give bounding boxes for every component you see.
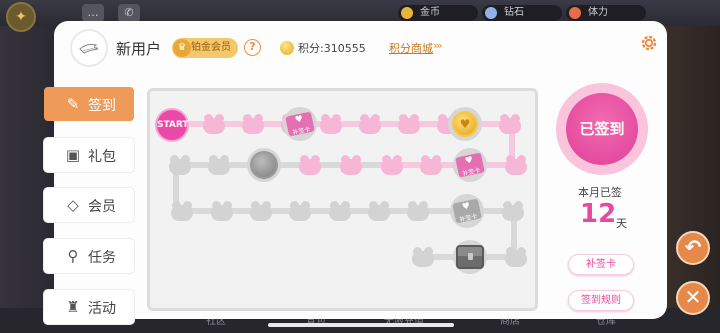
close-button[interactable]: ✕ <box>676 281 710 315</box>
menu-item-gift[interactable]: ▣ 礼包 <box>44 138 134 172</box>
gear-icon[interactable] <box>638 32 660 54</box>
unchecked-day-bear-icon <box>407 201 429 221</box>
chat-icon[interactable]: … <box>82 4 104 22</box>
menu-item-label: 签到 <box>88 98 116 114</box>
menu-item-sign-in[interactable]: ✎ 签到 <box>44 87 134 121</box>
vip-label: 铂金会员 <box>191 42 231 53</box>
menu-item-member[interactable]: ◇ 会员 <box>44 188 134 222</box>
unchecked-day-bear-icon <box>171 201 193 221</box>
unchecked-day-bear-icon <box>289 201 311 221</box>
brush-icon: ✎ <box>66 95 80 113</box>
resource-label: 金币 <box>420 7 440 18</box>
menu-item-activity[interactable]: ♜ 活动 <box>44 290 134 324</box>
resource-label: 钻石 <box>504 7 524 18</box>
points-value: 积分:310555 <box>298 42 366 55</box>
makeup-card-button[interactable]: 补签卡 <box>568 254 634 275</box>
avatar[interactable] <box>70 29 108 67</box>
signed-days-count: 12 <box>580 199 617 229</box>
bird-sketch-icon <box>79 44 99 54</box>
menu-item-tasks[interactable]: ⚲ 任务 <box>44 239 134 273</box>
unchecked-day-bear-icon <box>211 201 233 221</box>
resource-stamina: 体力 <box>566 5 646 21</box>
points-shop-link[interactable]: 积分商城 <box>389 40 433 56</box>
help-icon[interactable]: ? <box>244 39 261 56</box>
checked-day-bear-icon <box>299 155 321 175</box>
makeup-card-icon: ♥ 补签卡 <box>452 198 482 224</box>
home-indicator <box>268 323 454 327</box>
makeup-card-icon: ♥ 补签卡 <box>285 111 315 137</box>
close-icon: ✕ <box>684 285 702 309</box>
panel-header: 新用户 ♛ 铂金会员 ? 积分:310555 积分商城 ››› <box>70 27 657 67</box>
makeup-card-icon: ♥ 补签卡 <box>455 152 485 178</box>
checked-day-bear-icon <box>320 114 342 134</box>
days-unit: 天 <box>616 217 627 230</box>
gift-icon: ▣ <box>65 146 81 164</box>
unchecked-day-bear-icon <box>505 247 527 267</box>
resource-label: 体力 <box>588 7 608 18</box>
unchecked-day-bear-icon <box>250 201 272 221</box>
checked-day-bear-icon <box>505 155 527 175</box>
checked-day-bear-icon <box>203 114 225 134</box>
month-signed-label: 本月已签 <box>578 186 622 199</box>
checked-day-bear-icon <box>499 114 521 134</box>
activity-icon: ♜ <box>66 298 80 316</box>
coin-reward-icon: ♥ <box>452 111 478 137</box>
points-coin-icon <box>280 41 294 55</box>
checked-day-bear-icon <box>340 155 362 175</box>
coin-icon <box>401 7 413 19</box>
unchecked-day-bear-icon <box>412 247 434 267</box>
checked-day-bear-icon <box>398 114 420 134</box>
unchecked-day-bear-icon <box>329 201 351 221</box>
back-arrow-icon: ↶ <box>684 235 702 259</box>
treasure-chest-icon <box>456 245 484 269</box>
checked-day-bear-icon <box>381 155 403 175</box>
menu-item-label: 礼包 <box>88 149 116 165</box>
signed-button[interactable]: 已签到 <box>566 93 638 165</box>
player-badge-icon[interactable]: ✦ <box>6 2 36 32</box>
phone-icon[interactable]: ✆ <box>118 4 140 22</box>
checked-day-bear-icon <box>359 114 381 134</box>
menu-item-label: 任务 <box>88 250 116 266</box>
location-pin-icon: ⚲ <box>67 247 79 265</box>
unchecked-day-bear-icon <box>169 155 191 175</box>
diamond-icon: ◇ <box>67 196 79 214</box>
menu-item-label: 活动 <box>88 301 116 317</box>
checked-day-bear-icon <box>420 155 442 175</box>
crown-icon: ♛ <box>173 39 191 57</box>
back-button[interactable]: ↶ <box>676 231 710 265</box>
username: 新用户 <box>116 40 162 58</box>
sign-rules-button[interactable]: 签到规则 <box>568 290 634 311</box>
menu-item-label: 会员 <box>88 199 116 215</box>
resource-gold: 金币 <box>398 5 478 21</box>
unchecked-day-bear-icon <box>368 201 390 221</box>
coin-reward-locked-icon <box>250 151 278 179</box>
unchecked-day-bear-icon <box>208 155 230 175</box>
resource-diamond: 钻石 <box>482 5 562 21</box>
vip-badge[interactable]: ♛ 铂金会员 <box>172 38 238 58</box>
chevron-right-icon[interactable]: ››› <box>433 39 443 52</box>
start-marker: START <box>155 108 189 142</box>
game-background-left <box>0 26 54 333</box>
unchecked-day-bear-icon <box>502 201 524 221</box>
diamond-icon <box>485 7 497 19</box>
checked-day-bear-icon <box>242 114 264 134</box>
stamina-icon <box>569 7 581 19</box>
